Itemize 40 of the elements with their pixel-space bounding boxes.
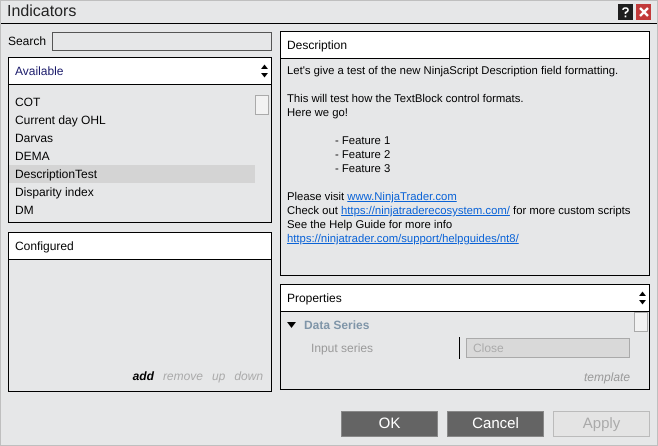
search-field[interactable]: [52, 32, 272, 50]
description-text: Please visit www.NinjaTrader.com: [287, 190, 458, 204]
expand-icon[interactable]: [287, 322, 296, 328]
description-text: - Feature 2: [334, 148, 392, 162]
close-button[interactable]: [636, 4, 651, 20]
list-item[interactable]: Disparity index: [9, 183, 255, 201]
list-item[interactable]: DEMA: [9, 147, 255, 165]
list-item[interactable]: Current day OHL: [9, 111, 255, 129]
property-label: Input series: [310, 340, 374, 357]
description-text: Here we go!: [287, 106, 349, 120]
description-text: See the Help Guide for more info https://ninjatrader.com/support/helpguides/nt8/: [287, 218, 520, 246]
dialog-button[interactable]: Cancel: [447, 411, 544, 437]
panel-title: Available: [15, 63, 64, 80]
sort-icon[interactable]: [638, 290, 647, 306]
close-icon: [638, 7, 648, 17]
action-link[interactable]: add: [132, 367, 154, 385]
help-icon: [622, 6, 629, 18]
search-label: Search: [8, 33, 46, 50]
link[interactable]: https://ninjatrader.com/support/helpguides/nt8/: [287, 233, 519, 245]
sort-icon[interactable]: [260, 63, 269, 79]
panel-title: Description: [287, 37, 348, 54]
description-text: - Feature 1: [334, 134, 392, 148]
list-item[interactable]: DescriptionTest: [9, 165, 255, 183]
link[interactable]: www.NinjaTrader.com: [347, 191, 457, 203]
scrollbar-thumb[interactable]: [255, 95, 269, 115]
scrollbar-thumb[interactable]: [634, 312, 648, 332]
category-label: Data Series: [304, 317, 370, 334]
description-text: Check out https://ninjatraderecosystem.com/ for more custom scripts: [287, 204, 632, 218]
dialog-button[interactable]: OK: [341, 411, 438, 437]
link[interactable]: https://ninjatraderecosystem.com/: [341, 205, 510, 217]
list-item[interactable]: DM: [9, 201, 255, 219]
description-text: This will test how the TextBlock control formats.: [287, 92, 524, 106]
list-item[interactable]: Darvas: [9, 129, 255, 147]
list-item[interactable]: COT: [9, 93, 255, 111]
panel-title: Configured: [15, 238, 74, 255]
panel-title: Properties: [287, 290, 342, 307]
window-title: Indicators: [7, 2, 76, 22]
description-text: - Feature 3: [334, 162, 392, 176]
description-text: Let's give a test of the new NinjaScript Description field formatting.: [287, 64, 620, 78]
help-button[interactable]: [618, 4, 633, 20]
